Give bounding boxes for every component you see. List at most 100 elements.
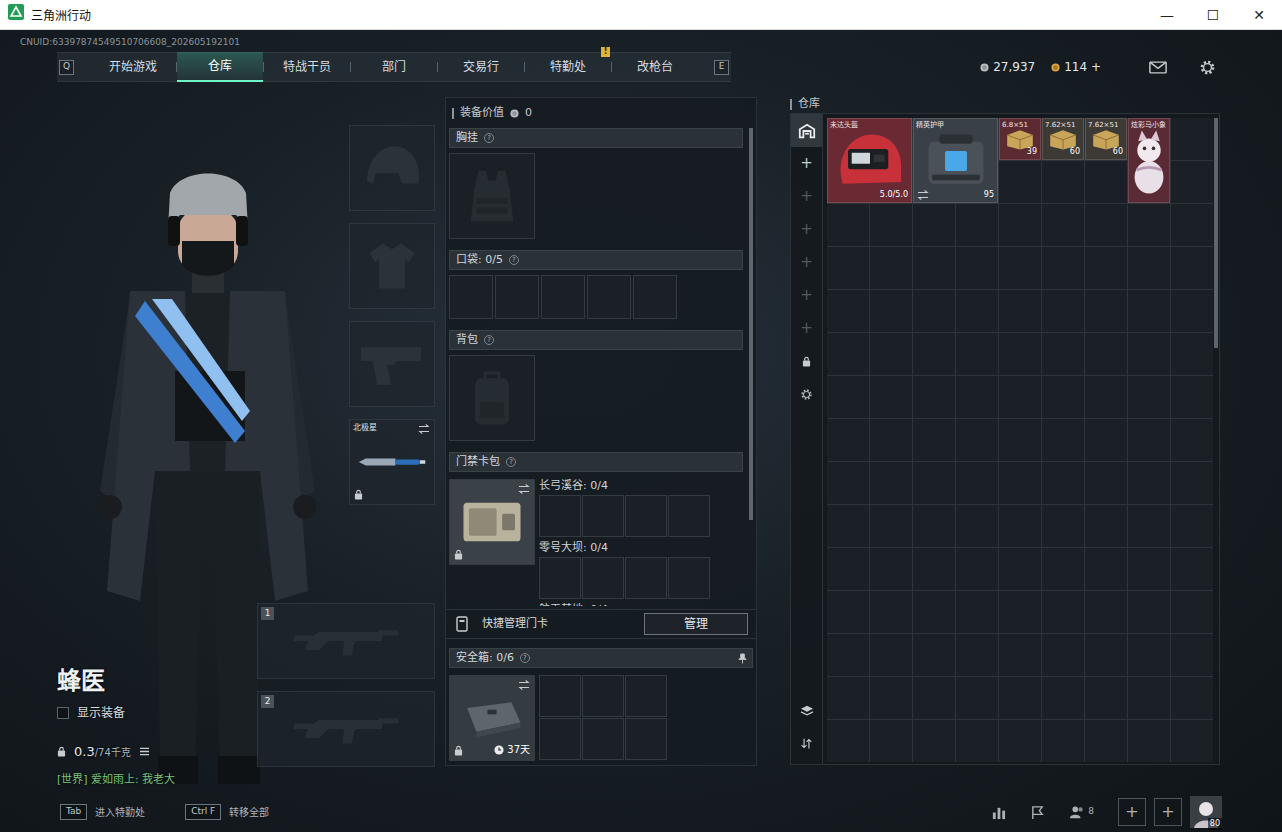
warehouse-tab[interactable]: + xyxy=(791,279,822,312)
keycard-cell[interactable] xyxy=(668,557,710,599)
swap-icon[interactable] xyxy=(518,680,530,690)
invite-button[interactable]: + xyxy=(1118,798,1146,826)
keycard-cell[interactable] xyxy=(625,557,667,599)
help-icon[interactable]: ? xyxy=(484,133,494,143)
chest-rig-slot[interactable] xyxy=(449,153,535,239)
melee-slot[interactable]: 北极星 xyxy=(349,419,435,505)
pin-icon[interactable] xyxy=(738,653,747,664)
nav-tab[interactable]: 开始游戏 xyxy=(90,52,176,82)
safe-cell[interactable] xyxy=(625,718,667,760)
key-hint[interactable]: Tab进入特勤处 xyxy=(60,804,145,820)
weight-icon xyxy=(57,746,66,757)
scrollbar-thumb[interactable] xyxy=(749,128,753,520)
pocket-slot[interactable] xyxy=(495,275,539,319)
mail-icon[interactable] xyxy=(1149,61,1167,74)
pistol-slot[interactable] xyxy=(349,321,435,407)
prev-tab-key[interactable]: Q xyxy=(59,60,74,75)
warehouse-tab[interactable]: + xyxy=(791,246,822,279)
bond-icon xyxy=(1051,63,1060,72)
nav-tab[interactable]: 改枪台 xyxy=(612,52,698,82)
player-avatar[interactable]: 80 xyxy=(1190,796,1222,828)
section-title: 安全箱: 0/6 xyxy=(456,650,514,667)
stats-icon[interactable] xyxy=(991,805,1006,820)
flag-icon[interactable] xyxy=(1030,805,1045,820)
keycard-cell[interactable] xyxy=(582,557,624,599)
warehouse-item[interactable]: 未达头盔5.0/5.0 xyxy=(827,118,912,203)
friends-button[interactable]: 8 xyxy=(1069,805,1094,819)
show-gear-toggle[interactable]: 显示装备 xyxy=(57,704,257,722)
safe-cell[interactable] xyxy=(582,675,624,717)
keycard-maps: 长弓溪谷: 0/4零号大坝: 0/4航天基地: 0/4 xyxy=(539,479,710,606)
safe-cell[interactable] xyxy=(582,718,624,760)
tab-separator xyxy=(524,62,525,72)
keycard-cells xyxy=(539,557,710,599)
safe-cell[interactable] xyxy=(539,675,581,717)
currency-amount[interactable]: 114 + xyxy=(1064,58,1101,76)
keycard-cell[interactable] xyxy=(668,495,710,537)
help-icon[interactable]: ? xyxy=(484,335,494,345)
nav-tab[interactable]: 特勤处! xyxy=(525,52,611,82)
sort-button[interactable] xyxy=(791,727,822,760)
help-icon[interactable]: ? xyxy=(506,457,516,467)
scrollbar-thumb[interactable] xyxy=(1214,118,1218,348)
keycard-cell[interactable] xyxy=(539,495,581,537)
help-icon[interactable]: ? xyxy=(520,653,530,663)
close-button[interactable]: ✕ xyxy=(1236,0,1282,30)
nav-tab[interactable]: 仓库 xyxy=(177,52,263,82)
manage-button[interactable]: 管理 xyxy=(644,613,748,635)
tab-label: 开始游戏 xyxy=(109,58,157,76)
map-group: 长弓溪谷: 0/4 xyxy=(539,479,710,537)
weapon-slot[interactable]: 1 xyxy=(257,603,435,679)
invite-button[interactable]: + xyxy=(1154,798,1182,826)
warehouse-tab[interactable]: + xyxy=(791,312,822,345)
nav-tab[interactable]: 特战干员 xyxy=(264,52,350,82)
help-icon[interactable]: ? xyxy=(509,255,519,265)
warehouse-item[interactable]: 6.8×5139 xyxy=(999,118,1041,160)
warehouse-tab[interactable]: + xyxy=(791,180,822,213)
keycard-case-slot[interactable] xyxy=(449,479,535,565)
map-name: 长弓溪谷: 0/4 xyxy=(539,479,710,493)
backpack-slot[interactable] xyxy=(449,355,535,441)
gear-icon[interactable] xyxy=(1199,59,1216,76)
pocket-slot[interactable] xyxy=(449,275,493,319)
warehouse-tab[interactable] xyxy=(791,378,822,411)
safe-cell[interactable] xyxy=(625,675,667,717)
next-tab-key[interactable]: E xyxy=(714,60,729,75)
safe-body: 37天 xyxy=(446,668,756,761)
keycard-cell[interactable] xyxy=(625,495,667,537)
minimize-button[interactable]: — xyxy=(1144,0,1190,30)
pocket-slot[interactable] xyxy=(587,275,631,319)
maximize-button[interactable]: ☐ xyxy=(1190,0,1236,30)
helmet-slot[interactable] xyxy=(349,125,435,211)
nav-tab[interactable]: 部门 xyxy=(351,52,437,82)
item-name: 未达头盔 xyxy=(830,120,858,131)
stack-button[interactable] xyxy=(791,694,822,727)
user-id: CNUID:63397874549510706608_202605192101 xyxy=(20,37,240,47)
warehouse-tab[interactable]: + xyxy=(791,147,822,180)
warehouse-tab[interactable] xyxy=(791,114,822,147)
swap-icon[interactable] xyxy=(418,424,430,434)
warehouse-item[interactable]: 7.62×5160 xyxy=(1085,118,1127,160)
pocket-slot[interactable] xyxy=(541,275,585,319)
helmet-icon xyxy=(361,142,423,194)
warehouse-tab[interactable] xyxy=(791,345,822,378)
warehouse-item[interactable]: 炫彩马小象 xyxy=(1128,118,1170,203)
list-icon[interactable] xyxy=(139,747,150,756)
warehouse-tab[interactable]: + xyxy=(791,213,822,246)
safe-cell[interactable] xyxy=(539,718,581,760)
swap-icon[interactable] xyxy=(518,484,530,494)
figure-icon xyxy=(1131,125,1167,197)
armor-slot[interactable] xyxy=(349,223,435,309)
safe-case-slot[interactable]: 37天 xyxy=(449,675,535,761)
backpack-icon xyxy=(466,368,518,428)
key-hint[interactable]: Ctrl F转移全部 xyxy=(185,804,269,820)
warehouse-item[interactable]: 精英护甲95 xyxy=(913,118,998,203)
keycard-cell[interactable] xyxy=(582,495,624,537)
main-nav: Q 开始游戏 仓库特战干员部门交易行特勤处!改枪台 E xyxy=(57,52,731,82)
keycard-cell[interactable] xyxy=(539,557,581,599)
warehouse-item[interactable]: 7.62×5160 xyxy=(1042,118,1084,160)
pocket-slot[interactable] xyxy=(633,275,677,319)
weapon-slot[interactable]: 2 xyxy=(257,691,435,767)
nav-tab[interactable]: 交易行 xyxy=(438,52,524,82)
show-gear-checkbox[interactable] xyxy=(57,707,69,719)
